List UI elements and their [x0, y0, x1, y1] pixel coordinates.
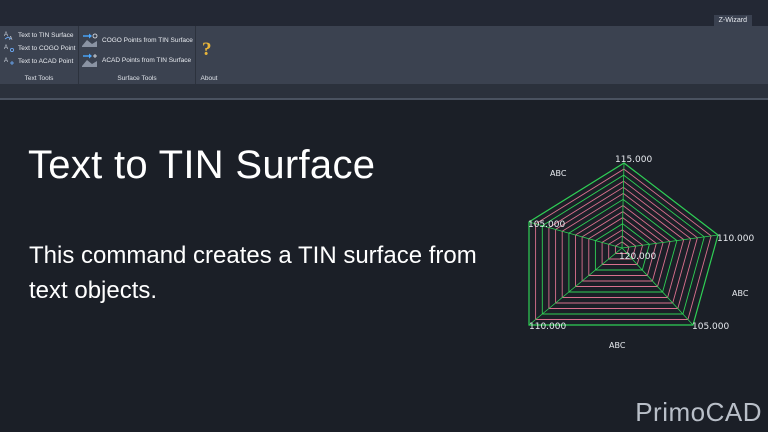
label-120-center: 120.000: [619, 252, 656, 262]
text-to-cogo-icon: A: [4, 45, 15, 53]
text-tools-panel-title: Text Tools: [24, 75, 54, 82]
text-to-tin-icon: A A: [4, 32, 13, 40]
text-to-tin-surface-button[interactable]: A A Text to TIN Surface: [4, 30, 74, 41]
label-110-bottom: 110.000: [529, 322, 566, 332]
ribbon-collapse-bar: [0, 84, 768, 98]
text-to-acad-icon: A: [4, 58, 14, 65]
ribbon: A A Text to TIN Surface A Text to COGO P…: [0, 26, 768, 84]
text-to-cogo-point-label: Text to COGO Point: [18, 44, 76, 52]
label-105-bottom: 105.000: [692, 322, 729, 332]
title-strip: Z-Wizard: [0, 0, 768, 26]
abc-label-top-left: ABC: [550, 169, 567, 178]
primocad-logo: PrimoCAD: [635, 397, 762, 427]
acad-points-from-tin-label: ACAD Points from TIN Surface: [102, 56, 192, 64]
surface-tools-panel: COGO Points from TIN Surface ACAD Points…: [79, 26, 196, 84]
about-panel-title: About: [200, 75, 218, 82]
label-110-right: 110.000: [717, 234, 754, 244]
cogo-points-from-tin-button[interactable]: COGO Points from TIN Surface: [81, 32, 193, 48]
surface-tools-panel-title: Surface Tools: [117, 75, 157, 82]
text-tools-panel: A A Text to TIN Surface A Text to COGO P…: [0, 26, 79, 84]
ridge-lines: [528, 162, 719, 326]
about-button[interactable]: ?: [200, 38, 219, 58]
question-mark-icon: ?: [202, 39, 212, 58]
label-105-left: 105.000: [528, 220, 565, 230]
svg-text:A: A: [4, 45, 8, 51]
tin-surface-illustration: 115.000 110.000 105.000 110.000 105.000 …: [528, 155, 754, 350]
svg-text:A: A: [4, 58, 8, 64]
svg-text:?: ?: [202, 39, 212, 58]
abc-label-right: ABC: [732, 289, 749, 298]
abc-label-bottom: ABC: [609, 341, 626, 350]
about-panel: ? About: [196, 26, 222, 84]
ridge-line: [621, 234, 719, 249]
ribbon-tab-z-wizard[interactable]: Z-Wizard: [713, 15, 752, 26]
divider: [0, 98, 768, 100]
cogo-from-tin-icon: [82, 33, 98, 47]
text-to-cogo-point-button[interactable]: A Text to COGO Point: [4, 43, 75, 53]
acad-from-tin-icon: [82, 53, 97, 67]
slide-description: This command creates a TIN surface from …: [29, 242, 477, 304]
text-to-tin-surface-label: Text to TIN Surface: [18, 31, 74, 39]
text-to-acad-point-button[interactable]: A Text to ACAD Point: [4, 56, 73, 66]
cogo-points-from-tin-label: COGO Points from TIN Surface: [102, 36, 193, 44]
slide-title: Text to TIN Surface: [28, 143, 376, 187]
label-115: 115.000: [615, 155, 652, 165]
text-to-acad-point-label: Text to ACAD Point: [18, 57, 74, 65]
acad-points-from-tin-button[interactable]: ACAD Points from TIN Surface: [81, 52, 191, 68]
